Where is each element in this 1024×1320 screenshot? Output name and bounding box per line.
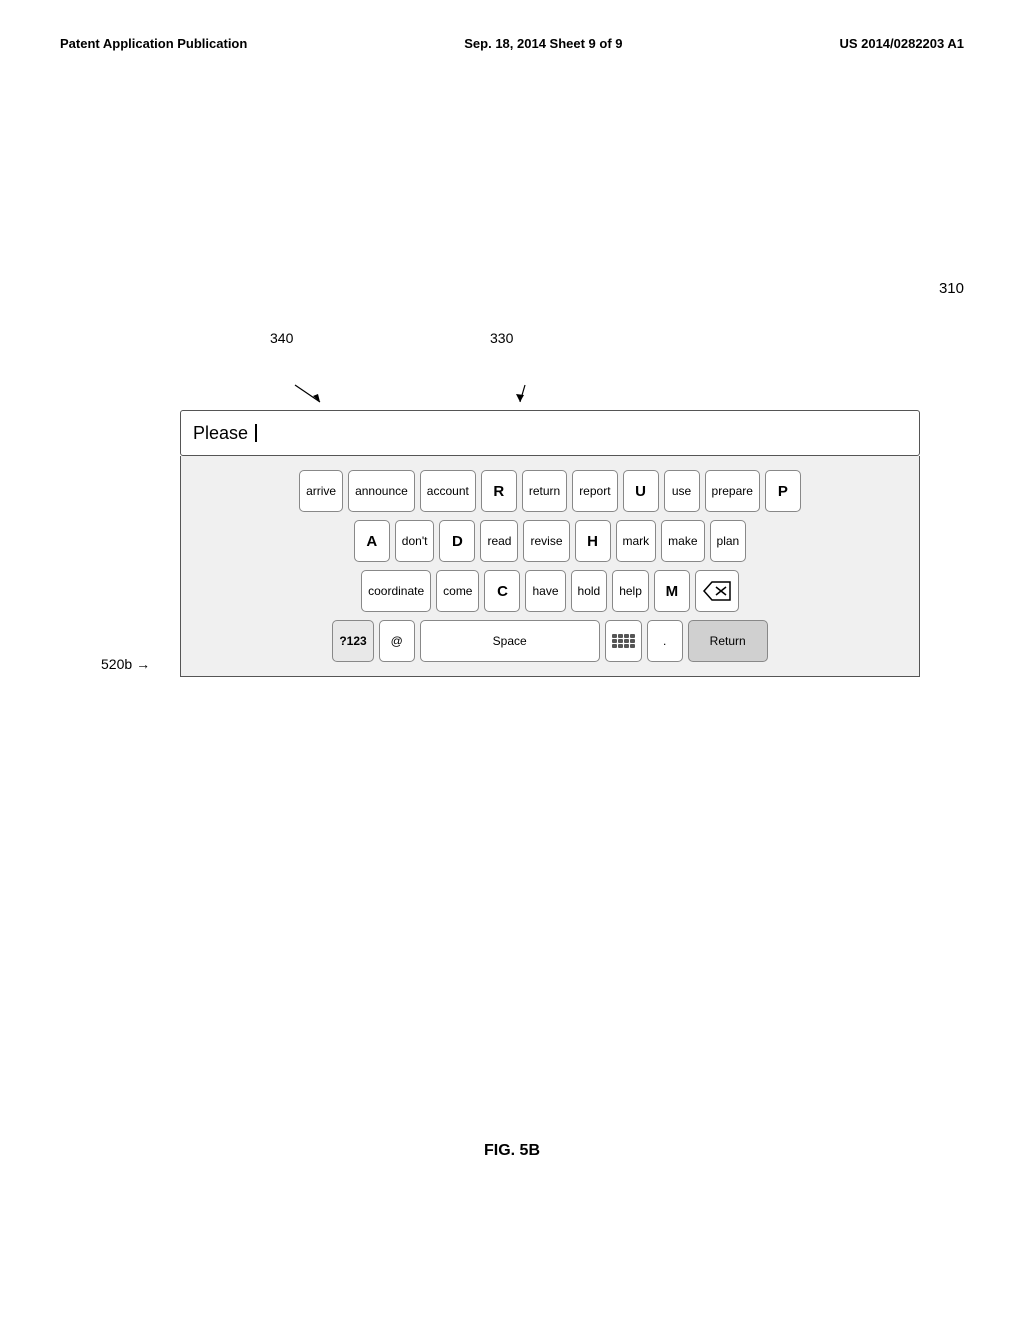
key-make[interactable]: make [661, 520, 704, 562]
header-right: US 2014/0282203 A1 [839, 36, 964, 51]
input-text: Please [193, 423, 248, 444]
header-center: Sep. 18, 2014 Sheet 9 of 9 [464, 36, 622, 51]
key-plan[interactable]: plan [710, 520, 747, 562]
key-A[interactable]: A [354, 520, 390, 562]
key-revise[interactable]: revise [523, 520, 569, 562]
key-prepare[interactable]: prepare [705, 470, 760, 512]
key-at[interactable]: @ [379, 620, 415, 662]
key-R[interactable]: R [481, 470, 517, 512]
ref-310-label: 310 [939, 280, 964, 297]
key-C[interactable]: C [484, 570, 520, 612]
key-announce[interactable]: announce [348, 470, 415, 512]
keyboard-row-2: A don't D read revise H mark make plan [191, 520, 909, 562]
ref-520b-arrow: → [136, 656, 150, 672]
key-coordinate[interactable]: coordinate [361, 570, 431, 612]
keyboard-row-3: coordinate come C have hold help M [191, 570, 909, 612]
key-M[interactable]: M [654, 570, 690, 612]
key-dont[interactable]: don't [395, 520, 435, 562]
key-mark[interactable]: mark [616, 520, 657, 562]
key-arrive[interactable]: arrive [299, 470, 343, 512]
text-input-box[interactable]: Please [180, 410, 920, 456]
header-left: Patent Application Publication [60, 36, 247, 51]
key-D[interactable]: D [439, 520, 475, 562]
key-use[interactable]: use [664, 470, 700, 512]
key-have[interactable]: have [525, 570, 565, 612]
diagram-area: 340 330 Please 520b → arrive announce [180, 330, 920, 677]
keyboard-row-4: ?123 @ Space . Return [191, 620, 909, 662]
key-H[interactable]: H [575, 520, 611, 562]
labels-row: 340 330 [180, 330, 920, 380]
label-330: 330 [490, 330, 513, 346]
key-numeric[interactable]: ?123 [332, 620, 373, 662]
text-cursor [255, 424, 257, 442]
key-keyboard-icon[interactable] [605, 620, 642, 662]
keyboard-row-1: arrive announce account R return report … [191, 470, 909, 512]
key-U[interactable]: U [623, 470, 659, 512]
key-report[interactable]: report [572, 470, 617, 512]
label-340: 340 [270, 330, 293, 346]
keyboard: 520b → arrive announce account R return … [180, 456, 920, 677]
key-help[interactable]: help [612, 570, 649, 612]
ref-520b-label: 520b → [101, 656, 150, 672]
key-account[interactable]: account [420, 470, 476, 512]
key-return[interactable]: Return [688, 620, 768, 662]
page-header: Patent Application Publication Sep. 18, … [0, 0, 1024, 51]
key-read[interactable]: read [480, 520, 518, 562]
key-come[interactable]: come [436, 570, 479, 612]
key-return-word[interactable]: return [522, 470, 567, 512]
key-hold[interactable]: hold [571, 570, 608, 612]
key-period[interactable]: . [647, 620, 683, 662]
key-space[interactable]: Space [420, 620, 600, 662]
keyboard-grid-icon [612, 634, 635, 648]
key-P[interactable]: P [765, 470, 801, 512]
key-backspace[interactable] [695, 570, 739, 612]
fig-label: FIG. 5B [0, 1142, 1024, 1160]
